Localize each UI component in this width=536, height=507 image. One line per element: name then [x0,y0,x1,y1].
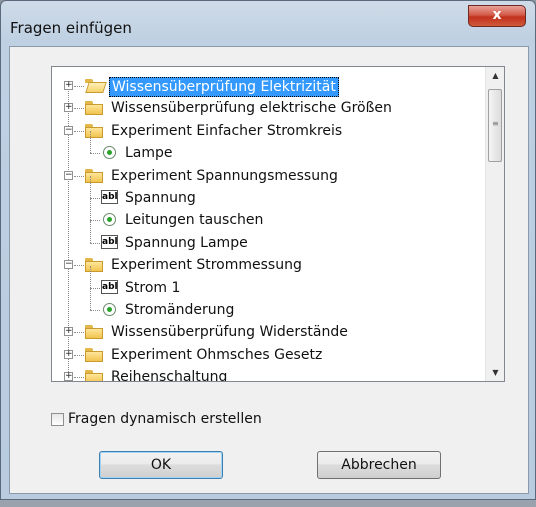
tree-question-node[interactable]: Stromänderung [52,288,485,321]
tree-connector-line [90,153,100,155]
collapse-icon[interactable]: − [64,170,73,180]
tree-node-label: Experiment Ohmsches Gesetz [111,346,323,363]
tree-folder-node[interactable]: + Wissensüberprüfung Widerstände [52,321,485,343]
folder-icon [85,370,103,381]
insert-questions-dialog: Fragen einfügen x + Wissensüberprüfung El… [0,0,536,500]
tree-node-label: Spannung [125,190,196,206]
tree-question-node[interactable]: abl Spannung [52,176,485,209]
folder-icon [85,325,103,340]
tree-folder-node[interactable]: + Reihenschaltung [52,366,485,381]
tree-folder-node[interactable]: + Wissensüberprüfung elektrische Größen [52,97,485,119]
tree-node-label: Wissensüberprüfung Elektrizität [109,77,339,97]
tree-question-node[interactable]: Leitungen tauschen [52,198,485,231]
collapse-icon[interactable]: − [64,260,73,270]
tree-connector-line [90,265,91,288]
tree-node-label: Stromänderung [125,302,235,318]
expand-icon[interactable]: + [64,349,73,359]
tree-connector-line [90,198,91,221]
expand-icon[interactable]: + [64,327,73,337]
tree-node-label: Strom 1 [125,279,181,296]
close-icon: x [492,7,502,23]
tree-folder-node[interactable]: − Experiment Einfacher Stromkreis [52,120,485,142]
dynamic-questions-label: Fragen dynamisch erstellen [68,411,262,427]
folder-icon [85,101,103,116]
tree-node-label: Lampe [125,145,173,162]
tree-node-label: Wissensüberprüfung elektrische Größen [111,100,392,117]
question-tree: + Wissensüberprüfung Elektrizität + Wissens… [51,66,505,382]
expand-icon[interactable]: + [64,372,73,381]
tree-node-label: Experiment Strommessung [111,257,302,274]
tree-question-node[interactable]: abl Spannung Lampe [52,220,485,254]
dynamic-questions-checkbox[interactable] [51,413,64,426]
tree-node-label: Reihenschaltung [111,369,228,381]
tree-connector-line [74,86,84,87]
ok-button[interactable]: OK [99,451,223,479]
tree-connector-line [74,332,84,334]
tree-node-label: Wissensüberprüfung Widerstände [111,324,348,341]
tree-question-node[interactable]: Lampe [52,131,485,164]
tree-folder-node[interactable]: + Wissensüberprüfung Elektrizität [52,75,485,97]
tree-connector-line [90,242,100,244]
text-question-icon: abl [101,190,118,204]
dialog-client-area: + Wissensüberprüfung Elektrizität + Wissens… [9,46,529,494]
tree-connector-line [90,288,91,310]
tree-connector-line [90,287,100,289]
tree-node-label: Leitungen tauschen [125,212,264,229]
tree-connector-line [90,220,100,222]
radio-question-icon [103,303,116,316]
text-question-icon: abl [101,234,118,249]
tree-connector-line [90,310,100,311]
folder-icon [85,123,103,138]
tree-folder-node[interactable]: − Experiment Strommessung [52,254,485,276]
tree-connector-line [74,130,84,132]
tree-node-label: Experiment Einfacher Stromkreis [111,122,343,139]
expand-icon[interactable]: + [64,103,73,113]
scroll-down-arrow-icon[interactable]: ▼ [486,364,504,381]
tree-connector-line [90,176,91,198]
tree-node-label: Spannung Lampe [125,234,248,251]
tree-folder-node[interactable]: + Experiment Ohmsches Gesetz [52,344,485,366]
folder-icon [85,258,103,273]
tree-connector-line [74,108,84,110]
tree-question-node[interactable]: abl Strom 1 [52,265,485,299]
open-folder-icon [85,79,107,93]
tree-folder-node[interactable]: − Experiment Spannungsmessung [52,165,485,187]
scroll-up-arrow-icon[interactable]: ▲ [486,67,504,84]
radio-question-icon [103,213,116,227]
text-question-icon: abl [101,279,118,294]
scroll-thumb[interactable]: ≡ [488,89,502,162]
tree-content: + Wissensüberprüfung Elektrizität + Wissens… [52,67,485,381]
folder-icon [85,168,103,183]
tree-scrollbar[interactable]: ▲ ≡ ▼ [485,67,504,381]
dialog-title: Fragen einfügen [10,19,132,37]
tree-connector-line [74,265,84,267]
tree-connector-line [90,198,100,199]
folder-icon [85,347,103,362]
radio-question-icon [103,146,116,160]
tree-connector-line [74,377,84,379]
grip-icon: ≡ [492,119,499,128]
tree-connector-line [90,131,91,154]
tree-connector-line [74,175,84,177]
collapse-icon[interactable]: − [64,125,73,135]
expand-icon[interactable]: + [64,81,73,90]
tree-connector-line [74,354,84,356]
tree-node-label: Experiment Spannungsmessung [111,167,338,184]
cancel-button[interactable]: Abbrechen [317,451,441,479]
tree-connector-line [90,220,91,243]
close-button[interactable]: x [468,5,526,27]
